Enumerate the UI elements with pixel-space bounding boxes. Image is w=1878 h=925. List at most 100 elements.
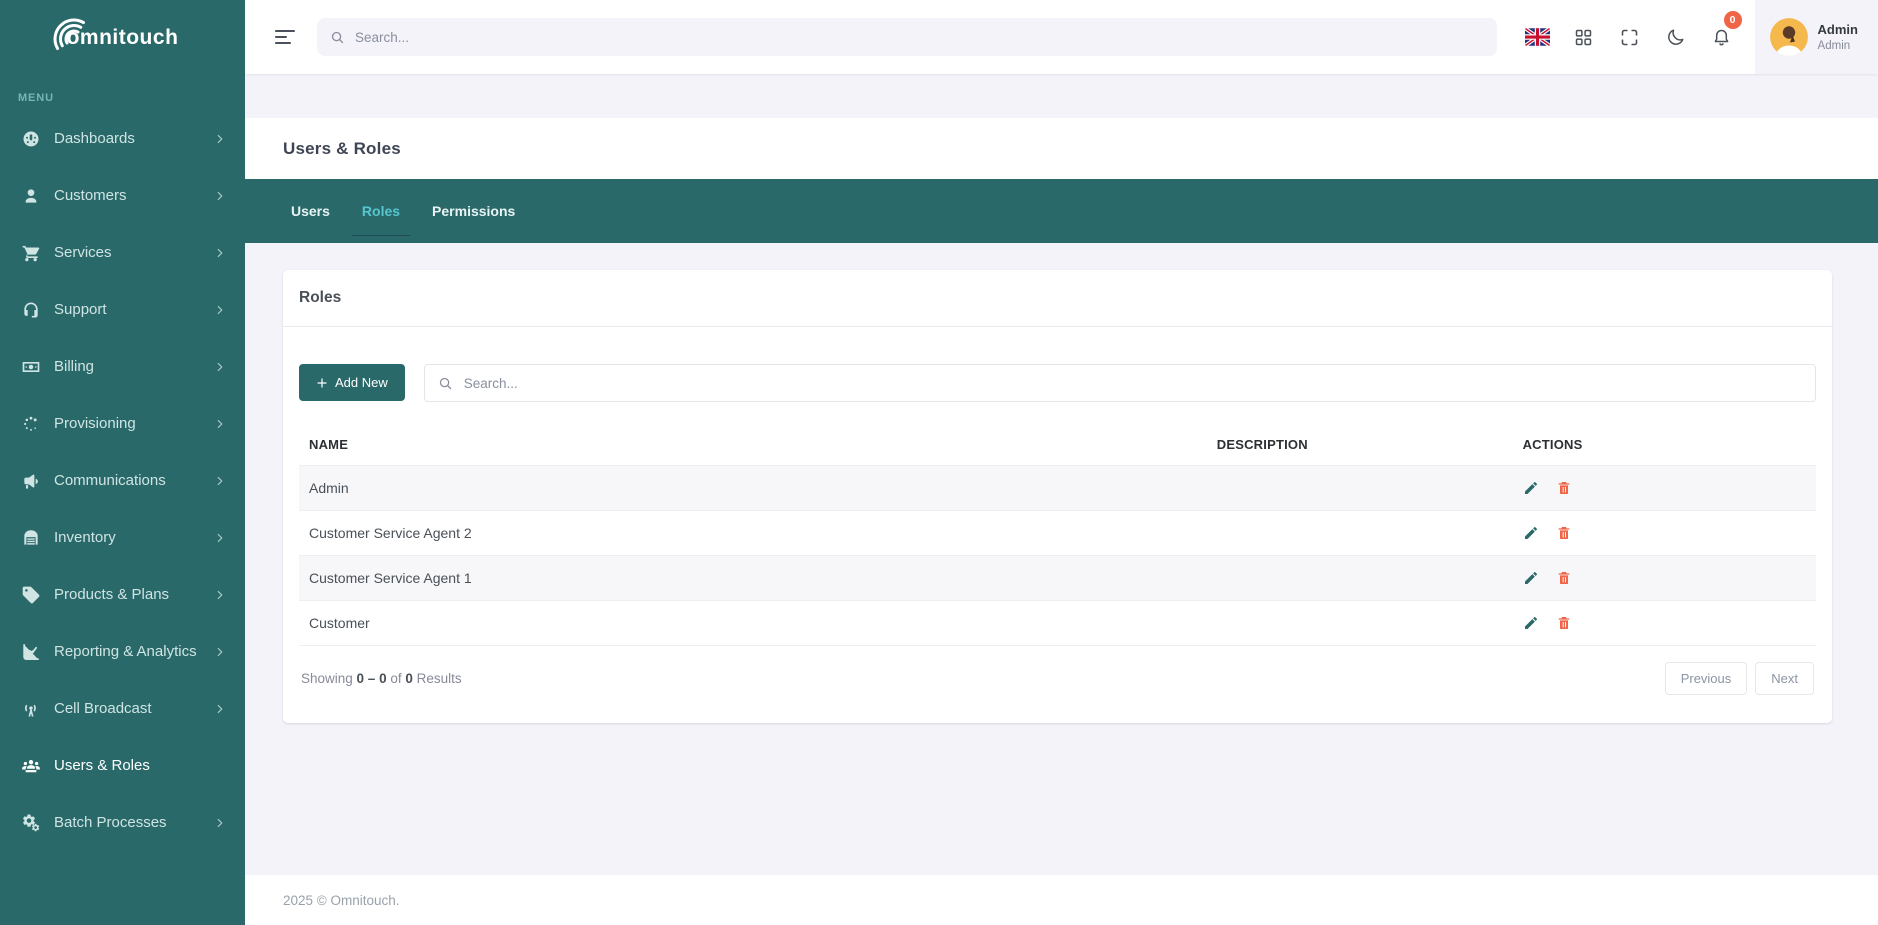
card-title: Roles	[283, 270, 1832, 327]
search-icon	[439, 377, 451, 389]
table-row: Customer	[299, 600, 1816, 646]
sidebar-item-label: Services	[54, 244, 112, 261]
table-search-input[interactable]	[463, 375, 1802, 391]
language-flag-button[interactable]	[1515, 0, 1561, 74]
sidebar-item-label: Customers	[54, 187, 127, 204]
headset-icon	[21, 300, 41, 320]
dark-mode-button[interactable]	[1653, 0, 1699, 74]
chevron-right-icon	[213, 588, 227, 602]
user-name: Admin	[1817, 22, 1858, 37]
sidebar-item-services[interactable]: Services	[0, 224, 245, 281]
apps-grid-button[interactable]	[1561, 0, 1607, 74]
role-description-cell	[1012, 601, 1513, 646]
role-description-cell	[1012, 511, 1513, 556]
megaphone-icon	[21, 471, 41, 491]
brand-name: omnitouch	[66, 26, 179, 49]
role-name-cell: Admin	[309, 480, 349, 496]
delete-role-button[interactable]	[1556, 570, 1572, 586]
sidebar-item-label: Provisioning	[54, 415, 136, 432]
trash-icon	[1558, 572, 1569, 584]
trash-icon	[1558, 527, 1569, 539]
role-name-cell: Customer Service Agent 1	[309, 570, 472, 586]
chevron-right-icon	[213, 132, 227, 146]
role-name-cell: Customer Service Agent 2	[309, 525, 472, 541]
pencil-icon	[1524, 481, 1537, 494]
pagination: Previous Next	[1664, 662, 1814, 695]
sidebar-item-dashboards[interactable]: Dashboards	[0, 110, 245, 167]
chevron-right-icon	[213, 474, 227, 488]
sidebar-nav: Dashboards Customers Services Support Bi…	[0, 110, 245, 851]
banknote-icon	[21, 357, 41, 377]
sidebar-item-label: Support	[54, 301, 107, 318]
notifications-button[interactable]: 0	[1699, 0, 1745, 74]
sidebar-item-communications[interactable]: Communications	[0, 452, 245, 509]
sidebar-item-reporting-analytics[interactable]: Reporting & Analytics	[0, 623, 245, 680]
sidebar-item-label: Communications	[54, 472, 166, 489]
sidebar-item-support[interactable]: Support	[0, 281, 245, 338]
role-description-cell	[1012, 466, 1513, 511]
sidebar-item-label: Cell Broadcast	[54, 700, 152, 717]
sidebar-item-cell-broadcast[interactable]: Cell Broadcast	[0, 680, 245, 737]
dashboard-gauge-icon	[21, 129, 41, 149]
roles-table: NAME DESCRIPTION ACTIONS Admin Customer …	[299, 427, 1816, 646]
hamburger-menu-icon[interactable]	[273, 24, 297, 50]
pencil-icon	[1524, 571, 1537, 584]
tab-roles[interactable]: Roles	[346, 179, 416, 243]
tab-users[interactable]: Users	[275, 179, 346, 243]
table-row: Admin	[299, 465, 1816, 511]
page-content: Roles Add New Search... NAME DESCRIPTION…	[245, 243, 1878, 875]
sidebar-item-provisioning[interactable]: Provisioning	[0, 395, 245, 452]
sidebar-item-inventory[interactable]: Inventory	[0, 509, 245, 566]
chevron-right-icon	[213, 417, 227, 431]
sidebar-item-users-roles[interactable]: Users & Roles	[0, 737, 245, 794]
edit-role-button[interactable]	[1523, 480, 1539, 496]
chevron-right-icon	[213, 189, 227, 203]
fullscreen-icon	[1621, 29, 1638, 45]
role-description-cell	[1012, 556, 1513, 601]
tab-permissions[interactable]: Permissions	[416, 179, 531, 243]
gears-icon	[21, 813, 41, 833]
user-role: Admin	[1817, 40, 1851, 52]
chevron-right-icon	[213, 360, 227, 374]
people-group-icon	[21, 756, 41, 776]
add-new-button[interactable]: Add New	[299, 364, 405, 401]
sidebar-item-customers[interactable]: Customers	[0, 167, 245, 224]
brand-logo[interactable]: omnitouch	[0, 0, 245, 76]
delete-role-button[interactable]	[1556, 480, 1572, 496]
sidebar-item-label: Reporting & Analytics	[54, 643, 197, 660]
edit-role-button[interactable]	[1523, 615, 1539, 631]
delete-role-button[interactable]	[1556, 525, 1572, 541]
column-header-actions: ACTIONS	[1522, 437, 1583, 452]
page-title: Users & Roles	[283, 138, 401, 158]
sidebar-item-products-plans[interactable]: Products & Plans	[0, 566, 245, 623]
chevron-right-icon	[213, 246, 227, 260]
trash-icon	[1558, 482, 1569, 494]
table-row: Customer Service Agent 1	[299, 555, 1816, 601]
sidebar-item-label: Dashboards	[54, 130, 135, 147]
global-search-input[interactable]	[355, 29, 1484, 45]
previous-page-button[interactable]: Previous	[1664, 662, 1748, 695]
moon-icon	[1668, 28, 1684, 45]
garage-storage-icon	[21, 528, 41, 548]
delete-role-button[interactable]	[1556, 615, 1572, 631]
edit-role-button[interactable]	[1523, 525, 1539, 541]
uk-flag-icon	[1525, 28, 1551, 46]
chevron-right-icon	[213, 531, 227, 545]
sidebar-item-label: Products & Plans	[54, 586, 170, 603]
chevron-right-icon	[213, 702, 227, 716]
edit-role-button[interactable]	[1523, 570, 1539, 586]
bell-icon	[1714, 29, 1729, 46]
table-footer: Showing 0 – 0 of 0 Results Previous Next	[299, 646, 1816, 707]
table-search	[423, 364, 1816, 402]
main-area: 0 Admin Admin Users & Role	[245, 0, 1878, 925]
apps-grid-icon	[1575, 29, 1592, 45]
user-menu[interactable]: Admin Admin	[1754, 0, 1878, 74]
sidebar-item-billing[interactable]: Billing	[0, 338, 245, 395]
chevron-right-icon	[213, 303, 227, 317]
sidebar-item-batch-processes[interactable]: Batch Processes	[0, 794, 245, 851]
fullscreen-button[interactable]	[1607, 0, 1653, 74]
copyright-footer: 2025 © Omnitouch.	[245, 875, 1878, 925]
sidebar-item-label: Billing	[54, 358, 95, 375]
next-page-button[interactable]: Next	[1755, 662, 1814, 695]
menu-section-label: MENU	[18, 92, 54, 104]
